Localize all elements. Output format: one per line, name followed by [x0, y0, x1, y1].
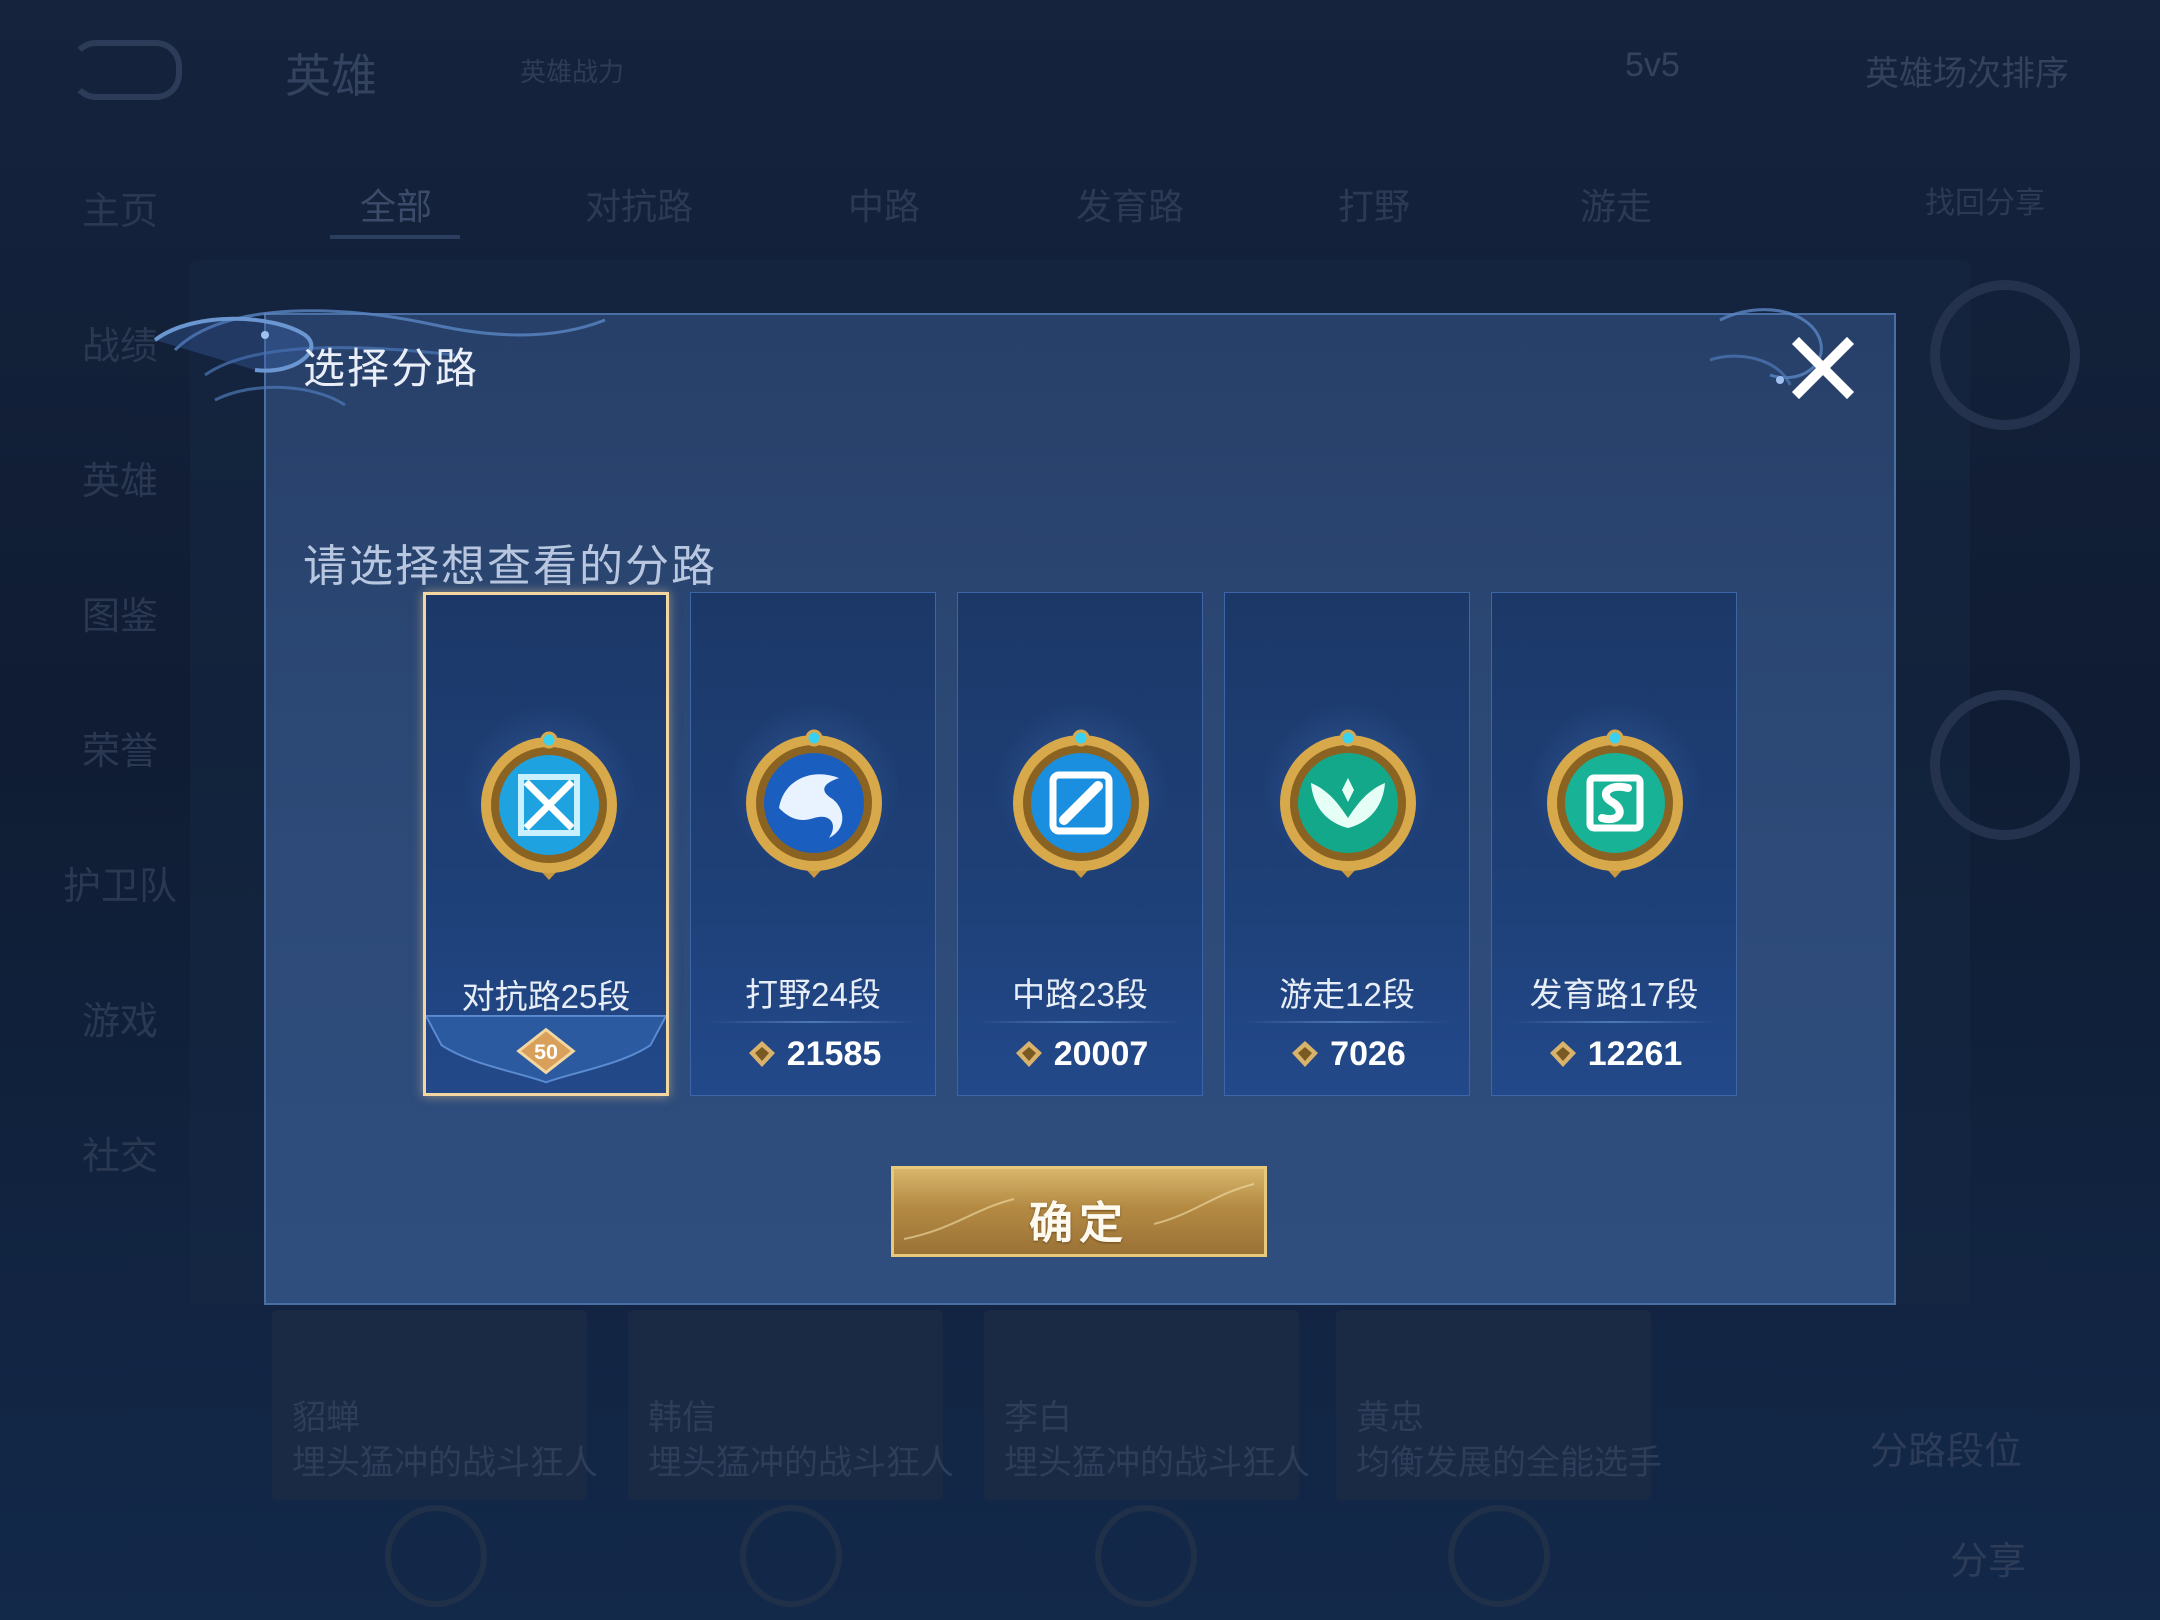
lane-points: 12261 — [1492, 1035, 1736, 1074]
power-label: 英雄战力 — [520, 57, 625, 87]
rank-badge-value: 50 — [534, 1040, 558, 1064]
sidebar-item-home: 主页 — [81, 191, 158, 233]
lane-name: 发育路17段 — [1529, 976, 1699, 1013]
back-icon — [70, 40, 182, 100]
divider — [1245, 1021, 1449, 1023]
tab-roam: 游走 — [1580, 186, 1653, 227]
wings-icon — [1280, 729, 1416, 878]
wand-icon — [1013, 729, 1149, 878]
badge-icon — [1095, 1505, 1197, 1607]
badge-icon — [1448, 1505, 1550, 1607]
tab-all: 全部 — [360, 186, 433, 227]
lane-card-mid[interactable]: 中路23段 20007 — [957, 592, 1203, 1096]
badge-icon — [385, 1505, 487, 1607]
sidebar-item-game: 游戏 — [81, 1001, 158, 1043]
tab-underline — [330, 235, 460, 239]
sort-select: 英雄场次排序 — [1865, 55, 2069, 93]
tab-share: 找回分享 — [1925, 187, 2045, 220]
sidebar-item-honor: 荣誉 — [81, 731, 158, 773]
rank-badge-icon — [1930, 280, 2080, 430]
lane-card-farm[interactable]: 发育路17段 12261 — [1491, 592, 1737, 1096]
confirm-button[interactable]: 确定 — [891, 1166, 1267, 1257]
lane-name: 对抗路25段 — [461, 978, 631, 1015]
sidebar-item-guard: 护卫队 — [62, 866, 177, 908]
top-bar: 英雄 英雄战力 5v5 英雄场次排序 — [0, 0, 2160, 130]
share-label: 分享 — [1950, 1541, 2027, 1583]
lane-points: 20007 — [958, 1035, 1202, 1074]
lane-name: 打野24段 — [745, 976, 881, 1013]
lane-points: 7026 — [1225, 1035, 1469, 1074]
sidebar-item-hero: 英雄 — [81, 461, 158, 503]
rank-badge-icon — [1930, 690, 2080, 840]
lane-card-jungle[interactable]: 打野24段 21585 — [690, 592, 936, 1096]
tab-farm: 发育路 — [1076, 186, 1185, 227]
mode-select: 5v5 — [1625, 46, 1680, 84]
sword-icon — [481, 731, 617, 880]
close-icon[interactable] — [1785, 330, 1861, 406]
power-gem-icon — [1549, 1041, 1576, 1067]
lane-points: 21585 — [691, 1035, 935, 1074]
points-value: 20007 — [1053, 1035, 1149, 1073]
confirm-label: 确定 — [1029, 1199, 1129, 1248]
bow-icon — [1547, 729, 1683, 878]
power-gem-icon — [748, 1041, 775, 1067]
power-gem-icon — [1015, 1041, 1042, 1067]
badge-icon — [740, 1505, 842, 1607]
sidebar-item-gallery: 图鉴 — [81, 596, 158, 638]
tab-jungle: 打野 — [1338, 186, 1411, 227]
page-title: 英雄 — [285, 50, 377, 102]
points-value: 21585 — [786, 1035, 882, 1073]
tab-mid: 中路 — [848, 186, 921, 227]
lane-card-clash[interactable]: 对抗路25段 50 — [423, 592, 669, 1096]
rank-ribbon-icon: 50 — [426, 1015, 666, 1084]
points-value: 7026 — [1330, 1035, 1406, 1073]
divider — [978, 1021, 1182, 1023]
lane-card-roam[interactable]: 游走12段 7026 — [1224, 592, 1470, 1096]
hero-card: 貂蝉 埋头猛冲的战斗狂人 — [272, 1310, 598, 1500]
lane-name: 游走12段 — [1279, 976, 1415, 1013]
points-value: 12261 — [1587, 1035, 1683, 1073]
dialog-title: 选择分路 — [303, 345, 480, 392]
hero-card: 李白 埋头猛冲的战斗狂人 — [984, 1310, 1310, 1500]
hero-card: 黄忠 均衡发展的全能选手 — [1336, 1310, 1662, 1500]
divider — [711, 1021, 915, 1023]
dragon-icon — [746, 729, 882, 878]
power-gem-icon — [1292, 1041, 1319, 1067]
divider — [1512, 1021, 1716, 1023]
tab-clash: 对抗路 — [585, 186, 694, 227]
hero-card: 韩信 埋头猛冲的战斗狂人 — [628, 1310, 954, 1500]
dialog-subtitle: 请选择想查看的分路 — [303, 542, 717, 591]
lane-name: 中路23段 — [1012, 976, 1148, 1013]
sidebar-item-social: 社交 — [81, 1136, 158, 1178]
lane-rank-label: 分路段位 — [1870, 1431, 2023, 1473]
